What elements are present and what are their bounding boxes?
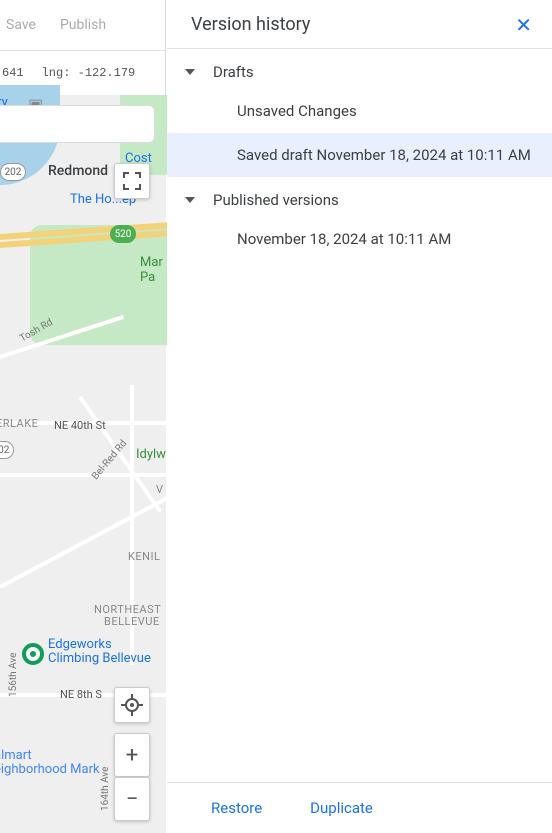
map-label-edgeworks1: Edgeworks: [48, 637, 112, 652]
hwy-shield-520: 520: [110, 225, 136, 243]
panel-title: Version history: [191, 14, 310, 35]
chevron-down-icon: [185, 197, 195, 203]
map-label-nebell2: BELLEVUE: [104, 615, 160, 628]
editor-toolbar: Save Publish: [0, 0, 165, 51]
version-history-panel: Version history ✕ Drafts Unsaved Changes…: [167, 0, 552, 833]
restore-button[interactable]: Restore: [211, 799, 262, 817]
map-label-kenil: KENIL: [128, 550, 160, 563]
map-label-city-redmond: Redmond: [48, 163, 108, 179]
zoom-in-button[interactable]: +: [114, 733, 150, 777]
duplicate-button[interactable]: Duplicate: [310, 799, 373, 817]
save-button[interactable]: Save: [6, 17, 36, 33]
draft-item-saved[interactable]: Saved draft November 18, 2024 at 10:11 A…: [167, 133, 552, 177]
longitude-value: lng: -122.179: [42, 66, 136, 80]
map-label-v: V: [156, 483, 164, 496]
map-label-erlake: ERLAKE: [0, 417, 38, 430]
section-toggle-published[interactable]: Published versions: [167, 177, 552, 217]
published-item-label: November 18, 2024 at 10:11 AM: [237, 230, 451, 248]
map-label-walmart1: almart: [0, 748, 32, 763]
latitude-value: 641: [2, 66, 24, 80]
panel-header: Version history ✕: [167, 0, 552, 49]
map-label-164th: 164th Ave: [100, 767, 111, 811]
chevron-down-icon: [185, 69, 195, 75]
map-label-156th: 156th Ave: [8, 653, 19, 697]
gps-icon: [122, 695, 142, 715]
zoom-out-button[interactable]: −: [114, 777, 150, 821]
panel-footer: Restore Duplicate: [167, 782, 552, 833]
close-icon[interactable]: ✕: [515, 15, 532, 35]
draft-item-unsaved[interactable]: Unsaved Changes: [167, 89, 552, 133]
fullscreen-icon: [123, 172, 141, 190]
locate-button[interactable]: [114, 687, 150, 723]
map-label-idylw: Idylw: [136, 447, 166, 462]
map-canvas[interactable]: ary ▣ Redmond Cost The Ho...ep 520 202 2…: [0, 95, 166, 833]
map-column: Save Publish 641 lng: -122.179 ary ▣ Red…: [0, 0, 166, 833]
hwy-shield-202: 202: [0, 163, 26, 181]
map-label-walmart2: eighborhood Mark: [0, 762, 100, 777]
published-item[interactable]: November 18, 2024 at 10:11 AM: [167, 217, 552, 261]
map-label-40th: NE 40th St: [54, 419, 106, 432]
map-search-input[interactable]: [0, 105, 155, 143]
map-label-8th: NE 8th S: [60, 688, 102, 701]
poi-pin-icon: [22, 643, 44, 665]
map-label-edgeworks2: Climbing Bellevue: [48, 651, 151, 666]
draft-item-label: Unsaved Changes: [237, 102, 357, 120]
section-title-drafts: Drafts: [213, 63, 254, 81]
publish-button[interactable]: Publish: [60, 17, 106, 33]
section-toggle-drafts[interactable]: Drafts: [167, 49, 552, 89]
fullscreen-button[interactable]: [114, 163, 150, 199]
draft-item-label: Saved draft November 18, 2024 at 10:11 A…: [237, 146, 531, 164]
section-title-published: Published versions: [213, 191, 339, 209]
map-label-park: Mar Pa: [140, 255, 163, 285]
